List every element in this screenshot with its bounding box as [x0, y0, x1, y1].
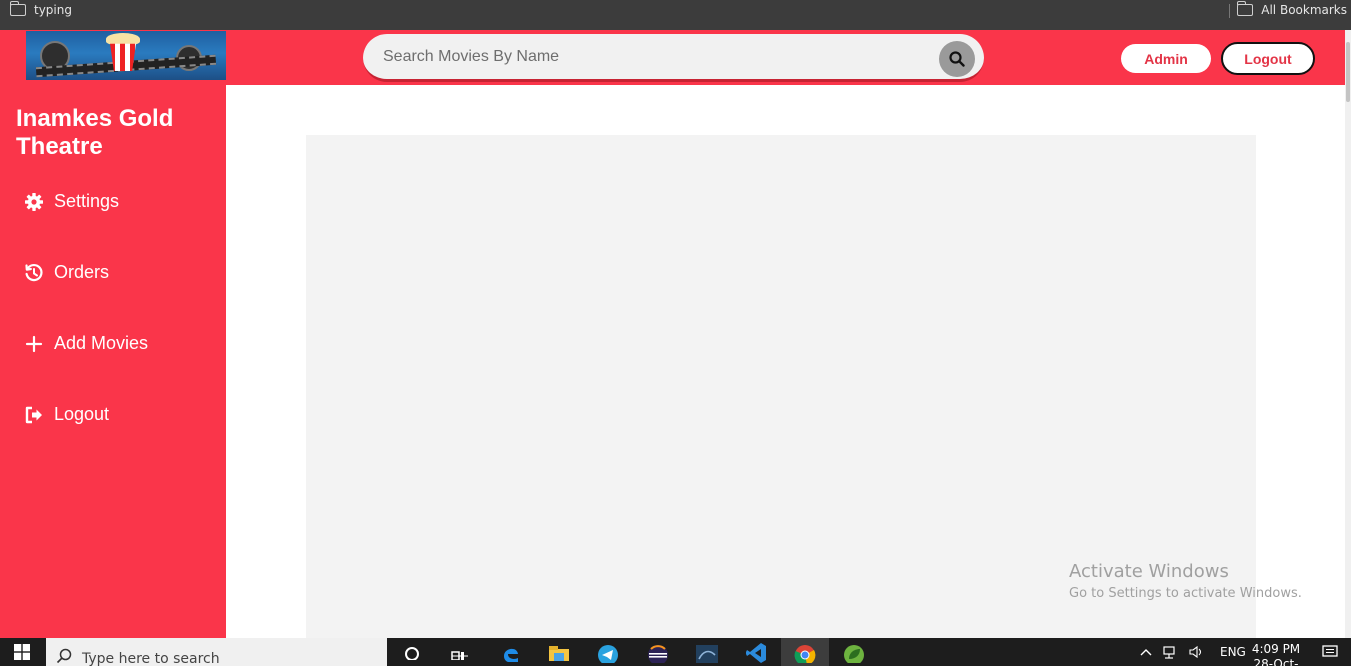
gear-icon — [24, 192, 44, 212]
taskbar-clock[interactable]: 4:09 PM 28-Oct-24 — [1248, 642, 1304, 666]
eclipse-icon[interactable] — [638, 638, 678, 666]
scrollbar-track[interactable] — [1345, 30, 1351, 638]
network-icon[interactable] — [1162, 645, 1178, 659]
notifications-icon[interactable] — [1314, 638, 1346, 666]
sidebar-item-logout[interactable]: Logout — [24, 404, 109, 425]
sign-out-icon — [24, 405, 44, 425]
sidebar-item-label: Logout — [54, 404, 110, 424]
search-button[interactable] — [939, 41, 975, 77]
vscode-icon[interactable] — [736, 638, 776, 666]
bookmark-folder-label: typing — [34, 3, 72, 17]
taskbar-search[interactable]: Type here to search — [46, 638, 387, 666]
chrome-icon[interactable] — [781, 638, 829, 666]
spring-tools-icon[interactable] — [834, 638, 874, 666]
admin-button[interactable]: Admin — [1121, 44, 1211, 73]
history-icon — [24, 263, 44, 283]
header-logout-button[interactable]: Logout — [1221, 42, 1315, 75]
volume-icon[interactable] — [1188, 645, 1204, 659]
clock-time: 4:09 PM — [1251, 642, 1301, 656]
windows-taskbar: Type here to search ENG 4:09 PM 28-Oct-2… — [0, 638, 1351, 666]
sidebar-item-add-movies[interactable]: Add Movies — [24, 333, 148, 354]
mysql-workbench-icon[interactable] — [687, 638, 727, 666]
taskbar-search-placeholder: Type here to search — [82, 651, 220, 666]
folder-icon — [9, 1, 26, 16]
sidebar-item-label: Add Movies — [54, 333, 149, 353]
chevron-up-icon[interactable] — [1140, 647, 1152, 657]
search-bar — [363, 34, 984, 82]
cortana-icon[interactable] — [392, 638, 432, 666]
folder-icon — [1236, 1, 1254, 16]
bookmarks-separator — [1229, 4, 1230, 18]
search-input[interactable] — [383, 45, 923, 69]
search-icon — [56, 648, 72, 664]
start-button[interactable] — [0, 638, 44, 666]
language-indicator[interactable]: ENG — [1220, 645, 1246, 659]
all-bookmarks-label: All Bookmarks — [1261, 3, 1347, 17]
cinema-logo[interactable] — [26, 31, 226, 80]
activate-windows-watermark: Activate Windows Go to Settings to activ… — [1069, 561, 1302, 601]
watermark-title: Activate Windows — [1069, 561, 1229, 582]
bookmark-folder-typing[interactable]: typing — [9, 1, 72, 17]
search-icon — [949, 51, 965, 67]
edge-icon[interactable] — [491, 638, 531, 666]
sidebar-item-label: Orders — [54, 262, 110, 282]
sidebar: Inamkes Gold Theatre Settings Orders Add… — [0, 85, 226, 638]
bookmarks-bar: typing All Bookmarks — [0, 0, 1351, 30]
system-tray: ENG — [1140, 638, 1246, 666]
theatre-title: Inamkes Gold Theatre — [16, 105, 174, 160]
telegram-icon[interactable] — [588, 638, 628, 666]
all-bookmarks-button[interactable]: All Bookmarks — [1236, 1, 1347, 17]
clock-date: 28-Oct-24 — [1253, 657, 1299, 666]
plus-icon — [24, 334, 44, 354]
windows-logo-icon — [14, 644, 30, 660]
file-explorer-icon[interactable] — [539, 638, 579, 666]
sidebar-item-orders[interactable]: Orders — [24, 262, 109, 283]
sidebar-item-settings[interactable]: Settings — [24, 191, 119, 212]
watermark-subtitle: Go to Settings to activate Windows. — [1069, 586, 1302, 601]
sidebar-item-label: Settings — [54, 191, 120, 211]
task-view-icon[interactable] — [440, 638, 480, 666]
top-header: Admin Logout — [0, 30, 1345, 85]
scrollbar-thumb[interactable] — [1346, 42, 1350, 102]
